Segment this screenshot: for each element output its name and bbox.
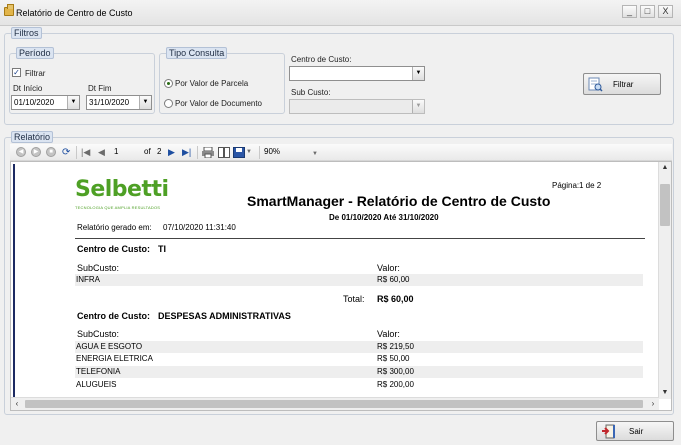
stop-icon[interactable]: ■ bbox=[46, 147, 56, 157]
filtros-legend: Filtros bbox=[11, 27, 42, 39]
total-value: R$ 60,00 bbox=[377, 294, 414, 304]
subcusto-name: ENERGIA ELETRICA bbox=[76, 354, 153, 363]
report-title: SmartManager - Relatório de Centro de Cu… bbox=[247, 193, 551, 209]
chevron-down-icon[interactable]: ▼ bbox=[246, 147, 252, 158]
filtrar-button[interactable]: Filtrar bbox=[583, 73, 661, 95]
back-icon[interactable]: ◀ bbox=[16, 147, 26, 157]
filtrar-checkbox[interactable]: ✓ bbox=[12, 68, 21, 77]
subcusto-value: R$ 60,00 bbox=[377, 275, 410, 284]
refresh-icon[interactable]: ⟳ bbox=[62, 147, 70, 158]
radio-por-valor-documento-label: Por Valor de Documento bbox=[175, 99, 263, 108]
section-cc-label: Centro de Custo: bbox=[77, 244, 150, 254]
filter-icon bbox=[588, 77, 603, 92]
filtrar-button-label: Filtrar bbox=[613, 80, 634, 89]
section-cc-value: DESPESAS ADMINISTRATIVAS bbox=[158, 311, 291, 321]
radio-por-valor-documento[interactable] bbox=[164, 99, 173, 108]
exit-door-icon bbox=[602, 424, 615, 439]
report-toolbar: ◀ ▶ ■ ⟳ |◀ ◀ 1 of 2 ▶ ▶| ▼ 90% ▼ bbox=[10, 144, 672, 161]
selbetti-logo-tagline: TECNOLOGIA QUE AMPLIA RESULTADOS bbox=[75, 205, 161, 210]
dt-fim-label: Dt Fim bbox=[88, 84, 112, 93]
header-divider bbox=[75, 238, 645, 239]
chevron-down-icon[interactable]: ▼ bbox=[412, 100, 424, 113]
valor-header: Valor: bbox=[377, 329, 400, 339]
sair-button-label: Sair bbox=[629, 427, 644, 436]
chevron-down-icon[interactable]: ▼ bbox=[312, 149, 318, 160]
sair-button[interactable]: Sair bbox=[596, 421, 674, 441]
subcusto-name: ALUGUEIS bbox=[76, 380, 117, 389]
last-page-icon[interactable]: ▶| bbox=[182, 147, 191, 158]
page-margin-line bbox=[13, 164, 15, 404]
radio-por-valor-parcela-label: Por Valor de Parcela bbox=[175, 79, 249, 88]
generated-label: Relatório gerado em: bbox=[77, 223, 152, 232]
table-row: TELEFONIA R$ 300,00 bbox=[75, 366, 643, 378]
total-label: Total: bbox=[343, 294, 365, 304]
prev-page-icon[interactable]: ◀ bbox=[98, 147, 105, 158]
scroll-down-icon[interactable]: ▼ bbox=[659, 387, 671, 399]
subcusto-value: R$ 200,00 bbox=[377, 380, 414, 389]
zoom-select[interactable]: 90% bbox=[264, 147, 280, 156]
tipo-consulta-legend: Tipo Consulta bbox=[166, 47, 228, 59]
minimize-button[interactable]: _ bbox=[622, 5, 637, 18]
chevron-down-icon[interactable]: ▼ bbox=[139, 96, 151, 109]
first-page-icon[interactable]: |◀ bbox=[81, 147, 90, 158]
valor-header: Valor: bbox=[377, 263, 400, 273]
subcusto-header: SubCusto: bbox=[77, 329, 120, 339]
dt-inicio-label: Dt Início bbox=[13, 84, 43, 93]
title-bar: Relatório de Centro de Custo _ □ X bbox=[0, 0, 681, 26]
current-page-input[interactable]: 1 bbox=[114, 147, 118, 156]
next-page-icon[interactable]: ▶ bbox=[168, 147, 175, 158]
generated-value: 07/10/2020 11:31:40 bbox=[163, 223, 236, 232]
chevron-down-icon[interactable]: ▼ bbox=[67, 96, 79, 109]
toolbar-separator bbox=[259, 146, 260, 159]
subcusto-value: R$ 300,00 bbox=[377, 367, 414, 376]
centro-custo-label: Centro de Custo: bbox=[291, 55, 352, 64]
selbetti-logo: Selbetti bbox=[75, 177, 169, 202]
radio-por-valor-parcela[interactable] bbox=[164, 79, 173, 88]
dt-fim-value: 31/10/2020 bbox=[89, 98, 130, 107]
table-row: INFRA R$ 60,00 bbox=[75, 274, 643, 286]
window-title: Relatório de Centro de Custo bbox=[16, 8, 133, 18]
save-icon[interactable] bbox=[233, 147, 245, 161]
dt-inicio-field[interactable]: 01/10/2020 ▼ bbox=[11, 95, 80, 110]
scroll-right-icon[interactable]: › bbox=[647, 398, 659, 410]
subcusto-value: R$ 219,50 bbox=[377, 342, 414, 351]
vertical-scrollbar[interactable]: ▲ ▼ bbox=[658, 162, 671, 399]
maximize-button[interactable]: □ bbox=[640, 5, 655, 18]
page-value: 1 de 2 bbox=[579, 181, 602, 190]
dt-fim-field[interactable]: 31/10/2020 ▼ bbox=[86, 95, 152, 110]
folder-icon bbox=[4, 4, 14, 16]
page-of-label: of bbox=[144, 147, 151, 156]
chevron-down-icon[interactable]: ▼ bbox=[412, 67, 424, 80]
subcusto-value: R$ 50,00 bbox=[377, 354, 410, 363]
report-viewer[interactable]: Selbetti TECNOLOGIA QUE AMPLIA RESULTADO… bbox=[10, 161, 672, 411]
subcusto-name: TELEFONIA bbox=[76, 367, 121, 376]
section-cc-value: TI bbox=[158, 244, 166, 254]
periodo-legend: Período bbox=[16, 47, 54, 59]
page-label: Página: bbox=[552, 181, 580, 190]
toolbar-separator bbox=[76, 146, 77, 159]
close-button[interactable]: X bbox=[658, 5, 673, 18]
dt-inicio-value: 01/10/2020 bbox=[14, 98, 55, 107]
page-layout-icon[interactable] bbox=[218, 147, 230, 161]
sub-custo-label: Sub Custo: bbox=[291, 88, 331, 97]
report-period: De 01/10/2020 Até 31/10/2020 bbox=[329, 213, 439, 222]
subcusto-name: AGUA E ESGOTO bbox=[76, 342, 143, 351]
section-cc-label: Centro de Custo: bbox=[77, 311, 150, 321]
relatorio-legend: Relatório bbox=[11, 131, 54, 143]
centro-custo-select[interactable]: ▼ bbox=[289, 66, 425, 81]
forward-icon[interactable]: ▶ bbox=[31, 147, 41, 157]
total-pages-label: 2 bbox=[157, 147, 162, 156]
print-icon[interactable] bbox=[202, 146, 214, 161]
subcusto-header: SubCusto: bbox=[77, 263, 120, 273]
table-row: AGUA E ESGOTO R$ 219,50 bbox=[75, 341, 643, 353]
sub-custo-select[interactable]: ▼ bbox=[289, 99, 425, 114]
toolbar-separator bbox=[197, 146, 198, 159]
subcusto-name: INFRA bbox=[76, 275, 100, 284]
horizontal-scrollbar[interactable]: ‹ › bbox=[11, 397, 659, 410]
scroll-left-icon[interactable]: ‹ bbox=[11, 398, 23, 410]
vertical-scroll-thumb[interactable] bbox=[660, 184, 670, 226]
filtrar-checkbox-label: Filtrar bbox=[25, 69, 46, 78]
scroll-up-icon[interactable]: ▲ bbox=[659, 162, 671, 174]
horizontal-scroll-thumb[interactable] bbox=[25, 400, 643, 408]
